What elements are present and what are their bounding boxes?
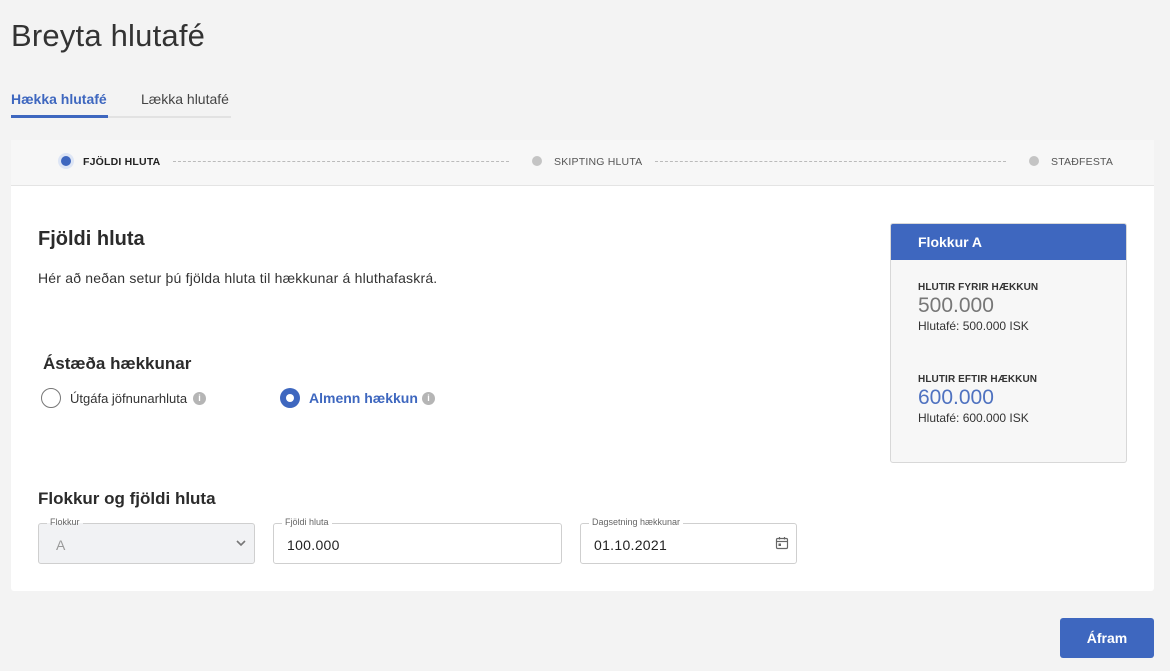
step-dot-icon [1029, 156, 1039, 166]
summary-before-label: HLUTIR FYRIR HÆKKUN [918, 282, 1039, 293]
chevron-down-icon [236, 540, 246, 547]
field-value: 01.10.2021 [594, 537, 668, 553]
info-icon[interactable]: i [422, 392, 435, 405]
step-connector [173, 161, 509, 162]
tab-decrease-capital[interactable]: Lækka hlutafé [141, 91, 229, 107]
intro-text: Hér að neðan setur þú fjölda hluta til h… [38, 270, 438, 286]
summary-before-value: 500.000 [918, 294, 994, 317]
tab-increase-capital[interactable]: Hækka hlutafé [11, 91, 108, 118]
summary-before-capital: Hlutafé: 500.000 ISK [918, 319, 1029, 333]
step-connector [655, 161, 1006, 162]
radio-label: Útgáfa jöfnunarhluta [70, 391, 188, 406]
summary-after-capital: Hlutafé: 600.000 ISK [918, 411, 1029, 425]
progress-stepper: FJÖLDI HLUTA SKIPTING HLUTA STAÐFESTA [11, 140, 1154, 186]
step-confirm: STAÐFESTA [1029, 156, 1114, 168]
field-label: Flokkur [47, 517, 83, 528]
summary-before: HLUTIR FYRIR HÆKKUN 500.000 Hlutafé: 500… [918, 282, 1038, 333]
summary-after: HLUTIR EFTIR HÆKKUN 600.000 Hlutafé: 600… [918, 374, 1037, 425]
step-label: SKIPTING HLUTA [554, 156, 643, 168]
summary-after-label: HLUTIR EFTIR HÆKKUN [918, 374, 1038, 385]
class-select[interactable]: Flokkur A [38, 517, 255, 564]
field-value: A [56, 537, 66, 553]
radio-label: Almenn hækkun [309, 390, 418, 406]
step-share-count: FJÖLDI HLUTA [61, 156, 161, 168]
radio-general-increase[interactable]: Almenn hækkun i [280, 388, 440, 412]
radio-bonus-shares[interactable]: Útgáfa jöfnunarhluta i [41, 388, 211, 412]
field-value: 100.000 [287, 537, 340, 553]
radio-checked-icon[interactable] [280, 388, 300, 408]
radio-unchecked-icon[interactable] [41, 388, 61, 408]
step-dot-icon [532, 156, 542, 166]
summary-title: Flokkur A [891, 224, 1126, 260]
form-card: Fjöldi hluta Hér að neðan setur þú fjöld… [11, 186, 1154, 591]
reason-title: Ástæða hækkunar [43, 354, 192, 373]
increase-date-input[interactable]: Dagsetning hækkunar 01.10.2021 [580, 517, 797, 564]
summary-after-value: 600.000 [918, 386, 994, 409]
class-summary-panel: Flokkur A HLUTIR FYRIR HÆKKUN 500.000 Hl… [890, 223, 1127, 463]
info-icon[interactable]: i [193, 392, 206, 405]
next-button[interactable]: Áfram [1060, 618, 1154, 658]
tab-bar: Hækka hlutafé Lækka hlutafé [11, 88, 231, 118]
calendar-icon[interactable] [775, 536, 789, 550]
step-label: STAÐFESTA [1051, 156, 1114, 168]
step-label: FJÖLDI HLUTA [83, 156, 161, 168]
field-label: Dagsetning hækkunar [589, 517, 684, 528]
page-title: Breyta hlutafé [11, 18, 206, 53]
step-share-allocation: SKIPTING HLUTA [532, 156, 643, 168]
step-active-dot-icon [61, 156, 71, 166]
section-title: Fjöldi hluta [38, 228, 145, 250]
class-section-title: Flokkur og fjöldi hluta [38, 489, 216, 508]
share-count-input[interactable]: Fjöldi hluta 100.000 [273, 517, 562, 564]
field-label: Fjöldi hluta [282, 517, 332, 528]
